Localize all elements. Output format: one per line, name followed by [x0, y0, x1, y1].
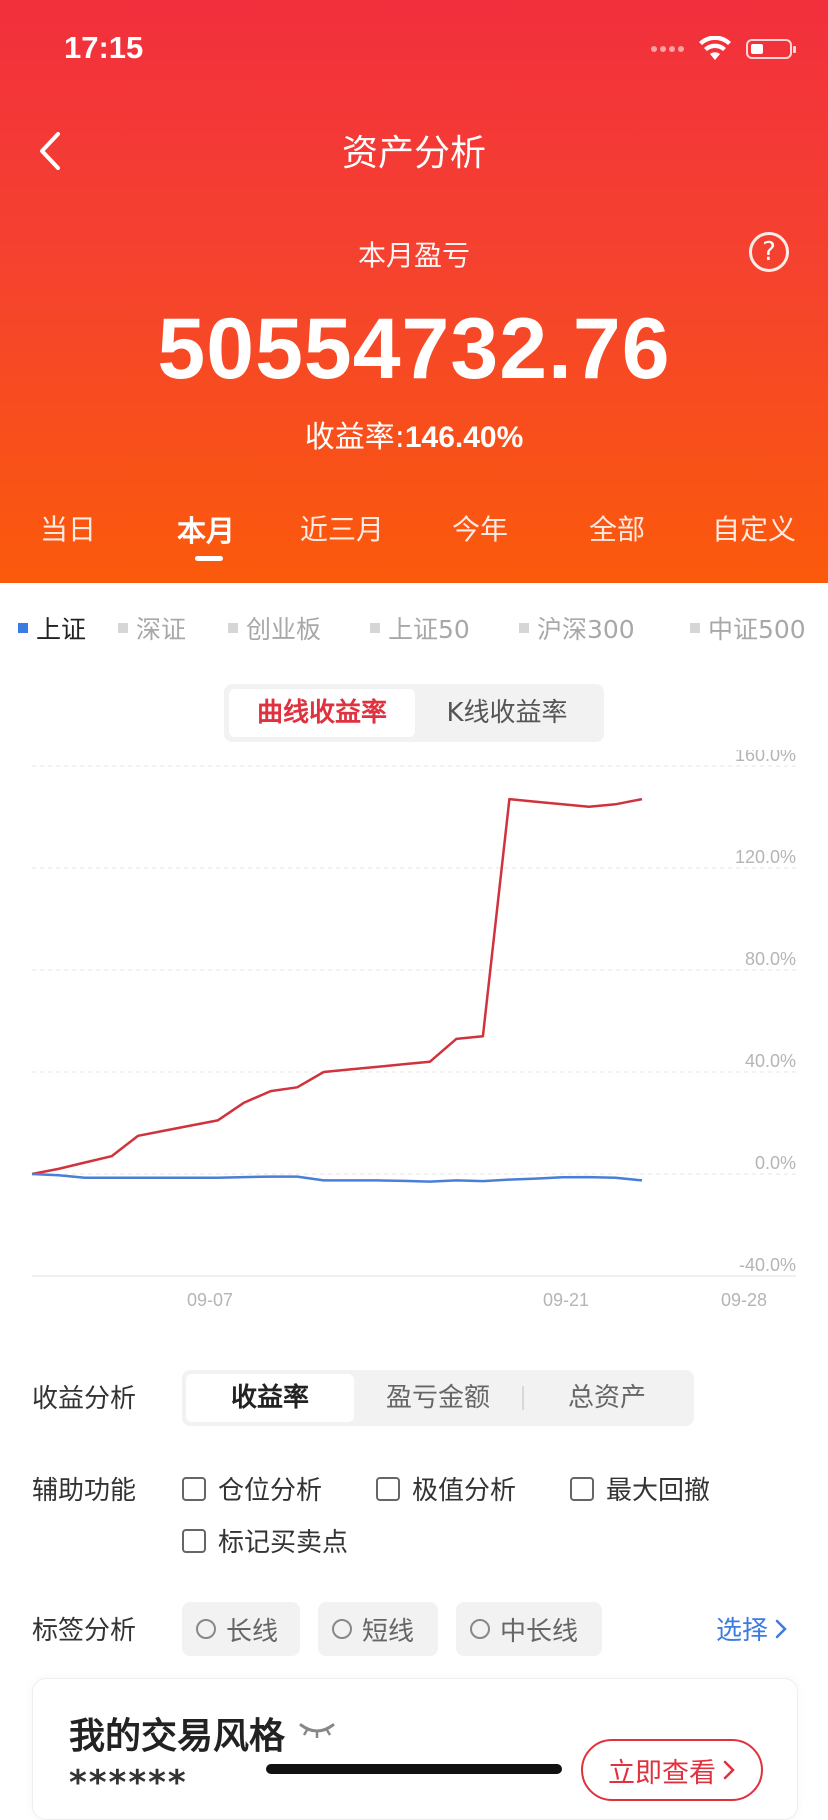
y-tick-label: 120.0% [735, 847, 796, 867]
tag-label: 中长线 [500, 1616, 579, 1647]
radio-icon [332, 1619, 352, 1639]
curve-return-button[interactable]: 曲线收益率 [229, 689, 415, 737]
legend-dot [370, 623, 380, 633]
legend-dot [18, 623, 28, 633]
y-tick-label: 40.0% [745, 1051, 796, 1071]
eye-closed-icon[interactable] [297, 1717, 337, 1741]
index-label: 深证 [136, 615, 187, 644]
legend-dot [519, 623, 529, 633]
tag-short-term[interactable]: 短线 [318, 1602, 438, 1656]
x-tick-label: 09-07 [187, 1290, 233, 1310]
tab-all[interactable]: 全部 [589, 508, 645, 548]
tab-this-month[interactable]: 本月 [177, 508, 235, 550]
checkbox-label: 标记买卖点 [218, 1528, 349, 1558]
extreme-analysis-checkbox[interactable]: 极值分析 [376, 1470, 516, 1507]
series-line-0 [31, 797, 643, 1176]
status-icons [651, 36, 796, 62]
y-tick-label: -40.0% [739, 1255, 796, 1275]
pnl-amount-option[interactable]: 盈亏金额 [354, 1374, 522, 1422]
y-tick-label: 80.0% [745, 949, 796, 969]
signal-icon [651, 46, 684, 52]
help-icon[interactable]: ? [749, 232, 789, 272]
period-tabs: 当日 本月 近三月 今年 全部 自定义 [0, 508, 828, 568]
profit-analysis-toggle: 收益率 盈亏金额 总资产 [182, 1370, 694, 1426]
radio-icon [196, 1619, 216, 1639]
index-cyb[interactable]: 创业板 [228, 610, 321, 646]
index-selector: 上证 深证 创业板 上证50 沪深300 中证500 [0, 610, 828, 646]
kline-return-button[interactable]: K线收益率 [415, 689, 599, 737]
select-label: 选择 [716, 1616, 769, 1646]
legend-dot [228, 623, 238, 633]
x-tick-label: 09-28 [721, 1290, 767, 1310]
tab-three-months[interactable]: 近三月 [300, 508, 384, 548]
chart-mode-toggle: 曲线收益率 K线收益率 [224, 684, 604, 742]
checkbox-label: 最大回撤 [606, 1476, 711, 1506]
mark-trades-checkbox[interactable]: 标记买卖点 [182, 1522, 348, 1559]
checkbox-icon [182, 1528, 206, 1553]
max-drawdown-checkbox[interactable]: 最大回撤 [570, 1470, 710, 1507]
index-label: 上证 [36, 615, 87, 644]
index-sh[interactable]: 上证 [18, 610, 86, 646]
return-rate-label: 收益率: [304, 420, 405, 455]
y-tick-label: 160.0% [735, 750, 796, 765]
header-banner: 17:15 资产分析 本月盈亏 ? 50554732.76 收益率:146.40… [0, 0, 828, 583]
total-assets-option[interactable]: 总资产 [524, 1374, 690, 1422]
card-title: 我的交易风格 [69, 1716, 286, 1757]
series-line-1 [31, 1172, 643, 1183]
tag-mid-long-term[interactable]: 中长线 [456, 1602, 602, 1656]
view-now-label: 立即查看 [608, 1757, 716, 1789]
position-analysis-checkbox[interactable]: 仓位分析 [182, 1470, 322, 1507]
masked-style: ****** [69, 1763, 188, 1803]
checkbox-icon [570, 1476, 594, 1501]
select-link[interactable]: 选择 [716, 1610, 788, 1647]
trading-style-card: 我的交易风格 ****** 立即查看 [32, 1678, 798, 1820]
wifi-icon [699, 36, 731, 60]
index-sz50[interactable]: 上证50 [370, 610, 470, 646]
home-indicator [266, 1764, 562, 1774]
radio-icon [470, 1619, 490, 1639]
index-zz500[interactable]: 中证500 [690, 610, 806, 646]
pnl-value: 50554732.76 [157, 301, 671, 397]
return-rate: 收益率:146.40% [0, 412, 828, 456]
legend-dot [690, 623, 700, 633]
legend-dot [118, 623, 128, 633]
index-label: 创业板 [246, 615, 322, 644]
tab-custom[interactable]: 自定义 [712, 508, 796, 548]
page-title: 资产分析 [341, 133, 486, 174]
chevron-right-icon [723, 1760, 735, 1780]
tag-long-term[interactable]: 长线 [182, 1602, 300, 1656]
y-tick-label: 0.0% [755, 1153, 796, 1173]
checkbox-icon [182, 1476, 206, 1501]
aux-function-label: 辅助功能 [32, 1476, 137, 1506]
return-rate-value: 146.40% [404, 421, 524, 454]
index-sz[interactable]: 深证 [118, 610, 186, 646]
x-tick-label: 09-21 [543, 1290, 589, 1310]
index-label: 上证50 [388, 615, 470, 644]
checkbox-label: 极值分析 [412, 1476, 517, 1506]
return-rate-option[interactable]: 收益率 [186, 1374, 354, 1422]
tag-label: 短线 [362, 1616, 415, 1647]
index-label: 沪深300 [537, 615, 635, 644]
tag-analysis-label: 标签分析 [32, 1616, 137, 1646]
checkbox-icon [376, 1476, 400, 1501]
pnl-label: 本月盈亏 [357, 239, 470, 272]
index-hs300[interactable]: 沪深300 [519, 610, 635, 646]
chevron-right-icon [775, 1619, 787, 1638]
tab-today[interactable]: 当日 [40, 508, 96, 548]
checkbox-label: 仓位分析 [218, 1476, 323, 1506]
index-label: 中证500 [708, 615, 806, 644]
active-tab-indicator [195, 556, 223, 561]
profit-analysis-label: 收益分析 [32, 1384, 137, 1414]
tab-this-year[interactable]: 今年 [452, 508, 508, 548]
tag-label: 长线 [226, 1616, 279, 1647]
status-time: 17:15 [64, 30, 144, 65]
battery-icon [746, 39, 796, 59]
return-chart: 160.0% 120.0% 80.0% 40.0% 0.0% -40.0% 09-07 09-… [31, 750, 796, 1310]
